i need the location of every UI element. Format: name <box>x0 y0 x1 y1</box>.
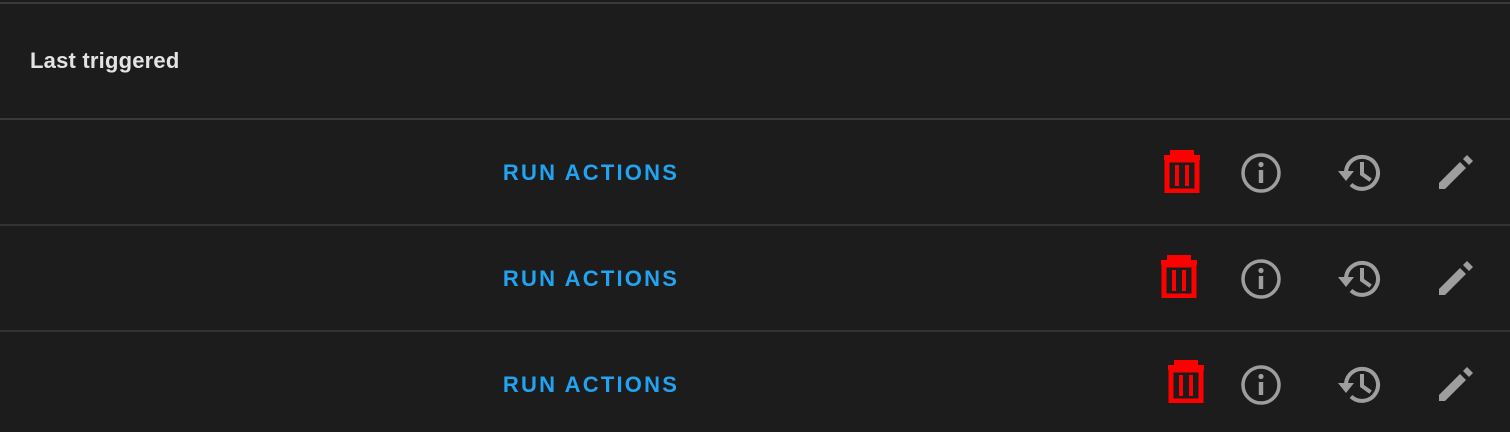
automations-table: Last triggered RUN ACTIONS RUN ACTIONS R… <box>0 0 1510 432</box>
info-icon <box>1241 259 1281 299</box>
edit-button[interactable] <box>1430 254 1480 304</box>
edit-button[interactable] <box>1430 148 1480 198</box>
run-actions-button[interactable]: RUN ACTIONS <box>486 256 696 302</box>
column-header-last-triggered[interactable]: Last triggered <box>30 48 180 74</box>
history-icon <box>1338 260 1380 297</box>
pencil-icon <box>1439 261 1473 295</box>
edit-button[interactable] <box>1430 360 1480 410</box>
history-button[interactable] <box>1334 148 1384 198</box>
pencil-icon <box>1439 155 1473 189</box>
table-row: RUN ACTIONS <box>0 332 1510 432</box>
info-icon <box>1241 153 1281 193</box>
delete-button[interactable] <box>1161 356 1211 406</box>
run-actions-button[interactable]: RUN ACTIONS <box>486 150 696 196</box>
info-button[interactable] <box>1236 254 1286 304</box>
trash-icon <box>1168 360 1204 403</box>
info-icon <box>1241 365 1281 405</box>
trash-icon <box>1164 150 1200 193</box>
history-icon <box>1338 154 1380 191</box>
table-row: RUN ACTIONS <box>0 120 1510 226</box>
info-button[interactable] <box>1236 360 1286 410</box>
delete-button[interactable] <box>1157 146 1207 196</box>
history-icon <box>1338 366 1380 403</box>
table-header-row: Last triggered <box>0 4 1510 120</box>
trash-icon <box>1161 255 1197 298</box>
delete-button[interactable] <box>1154 251 1204 301</box>
run-actions-button[interactable]: RUN ACTIONS <box>486 362 696 408</box>
pencil-icon <box>1439 367 1473 401</box>
history-button[interactable] <box>1334 360 1384 410</box>
info-button[interactable] <box>1236 148 1286 198</box>
history-button[interactable] <box>1334 254 1384 304</box>
table-row: RUN ACTIONS <box>0 226 1510 332</box>
